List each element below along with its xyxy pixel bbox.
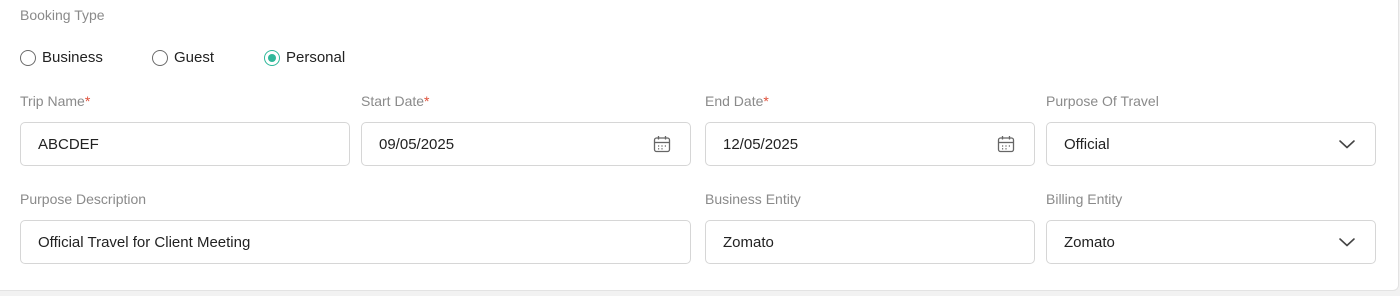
end-date-input[interactable]: 12/05/2025 (705, 122, 1035, 166)
billing-entity-value: Zomato (1064, 233, 1115, 251)
radio-guest[interactable]: Guest (152, 49, 214, 66)
radio-business-circle[interactable] (20, 49, 36, 66)
chevron-down-icon[interactable] (1336, 133, 1358, 155)
required-marker: * (424, 93, 430, 109)
booking-form-card: Booking Type Business Guest Personal Tri… (0, 0, 1399, 291)
start-date-input[interactable]: 09/05/2025 (361, 122, 691, 166)
business-entity-value: Zomato (723, 233, 774, 251)
booking-type-label: Booking Type (20, 7, 105, 23)
purpose-of-travel-value: Official (1064, 135, 1110, 153)
calendar-icon[interactable] (995, 133, 1017, 155)
radio-personal-label: Personal (286, 49, 346, 66)
start-date-value: 09/05/2025 (379, 135, 455, 153)
trip-name-label: Trip Name* (20, 93, 90, 109)
purpose-of-travel-label: Purpose Of Travel (1046, 93, 1159, 109)
purpose-description-input[interactable]: Official Travel for Client Meeting (20, 220, 691, 264)
purpose-of-travel-select[interactable]: Official (1046, 122, 1376, 166)
purpose-description-label: Purpose Description (20, 191, 147, 207)
required-marker: * (84, 93, 91, 109)
trip-name-label-text: Trip Name (20, 93, 85, 109)
radio-personal-circle[interactable] (264, 49, 280, 66)
start-date-label-text: Start Date (361, 93, 425, 109)
end-date-label-text: End Date (705, 93, 764, 109)
required-marker: * (763, 93, 769, 109)
business-entity-label: Business Entity (705, 191, 801, 207)
calendar-icon[interactable] (651, 133, 673, 155)
trip-name-value: ABCDEF (38, 135, 99, 153)
radio-business-label: Business (42, 49, 103, 66)
business-entity-input[interactable]: Zomato (705, 220, 1035, 264)
trip-name-input[interactable]: ABCDEF (20, 122, 350, 166)
end-date-label: End Date* (705, 93, 769, 109)
chevron-down-icon[interactable] (1336, 231, 1358, 253)
end-date-value: 12/05/2025 (723, 135, 799, 153)
start-date-label: Start Date* (361, 93, 429, 109)
billing-entity-label: Billing Entity (1046, 191, 1123, 207)
billing-entity-select[interactable]: Zomato (1046, 220, 1376, 264)
purpose-description-value: Official Travel for Client Meeting (38, 233, 251, 251)
radio-personal[interactable]: Personal (264, 49, 345, 66)
radio-business[interactable]: Business (20, 49, 103, 66)
radio-guest-circle[interactable] (152, 49, 168, 66)
radio-guest-label: Guest (174, 49, 215, 66)
